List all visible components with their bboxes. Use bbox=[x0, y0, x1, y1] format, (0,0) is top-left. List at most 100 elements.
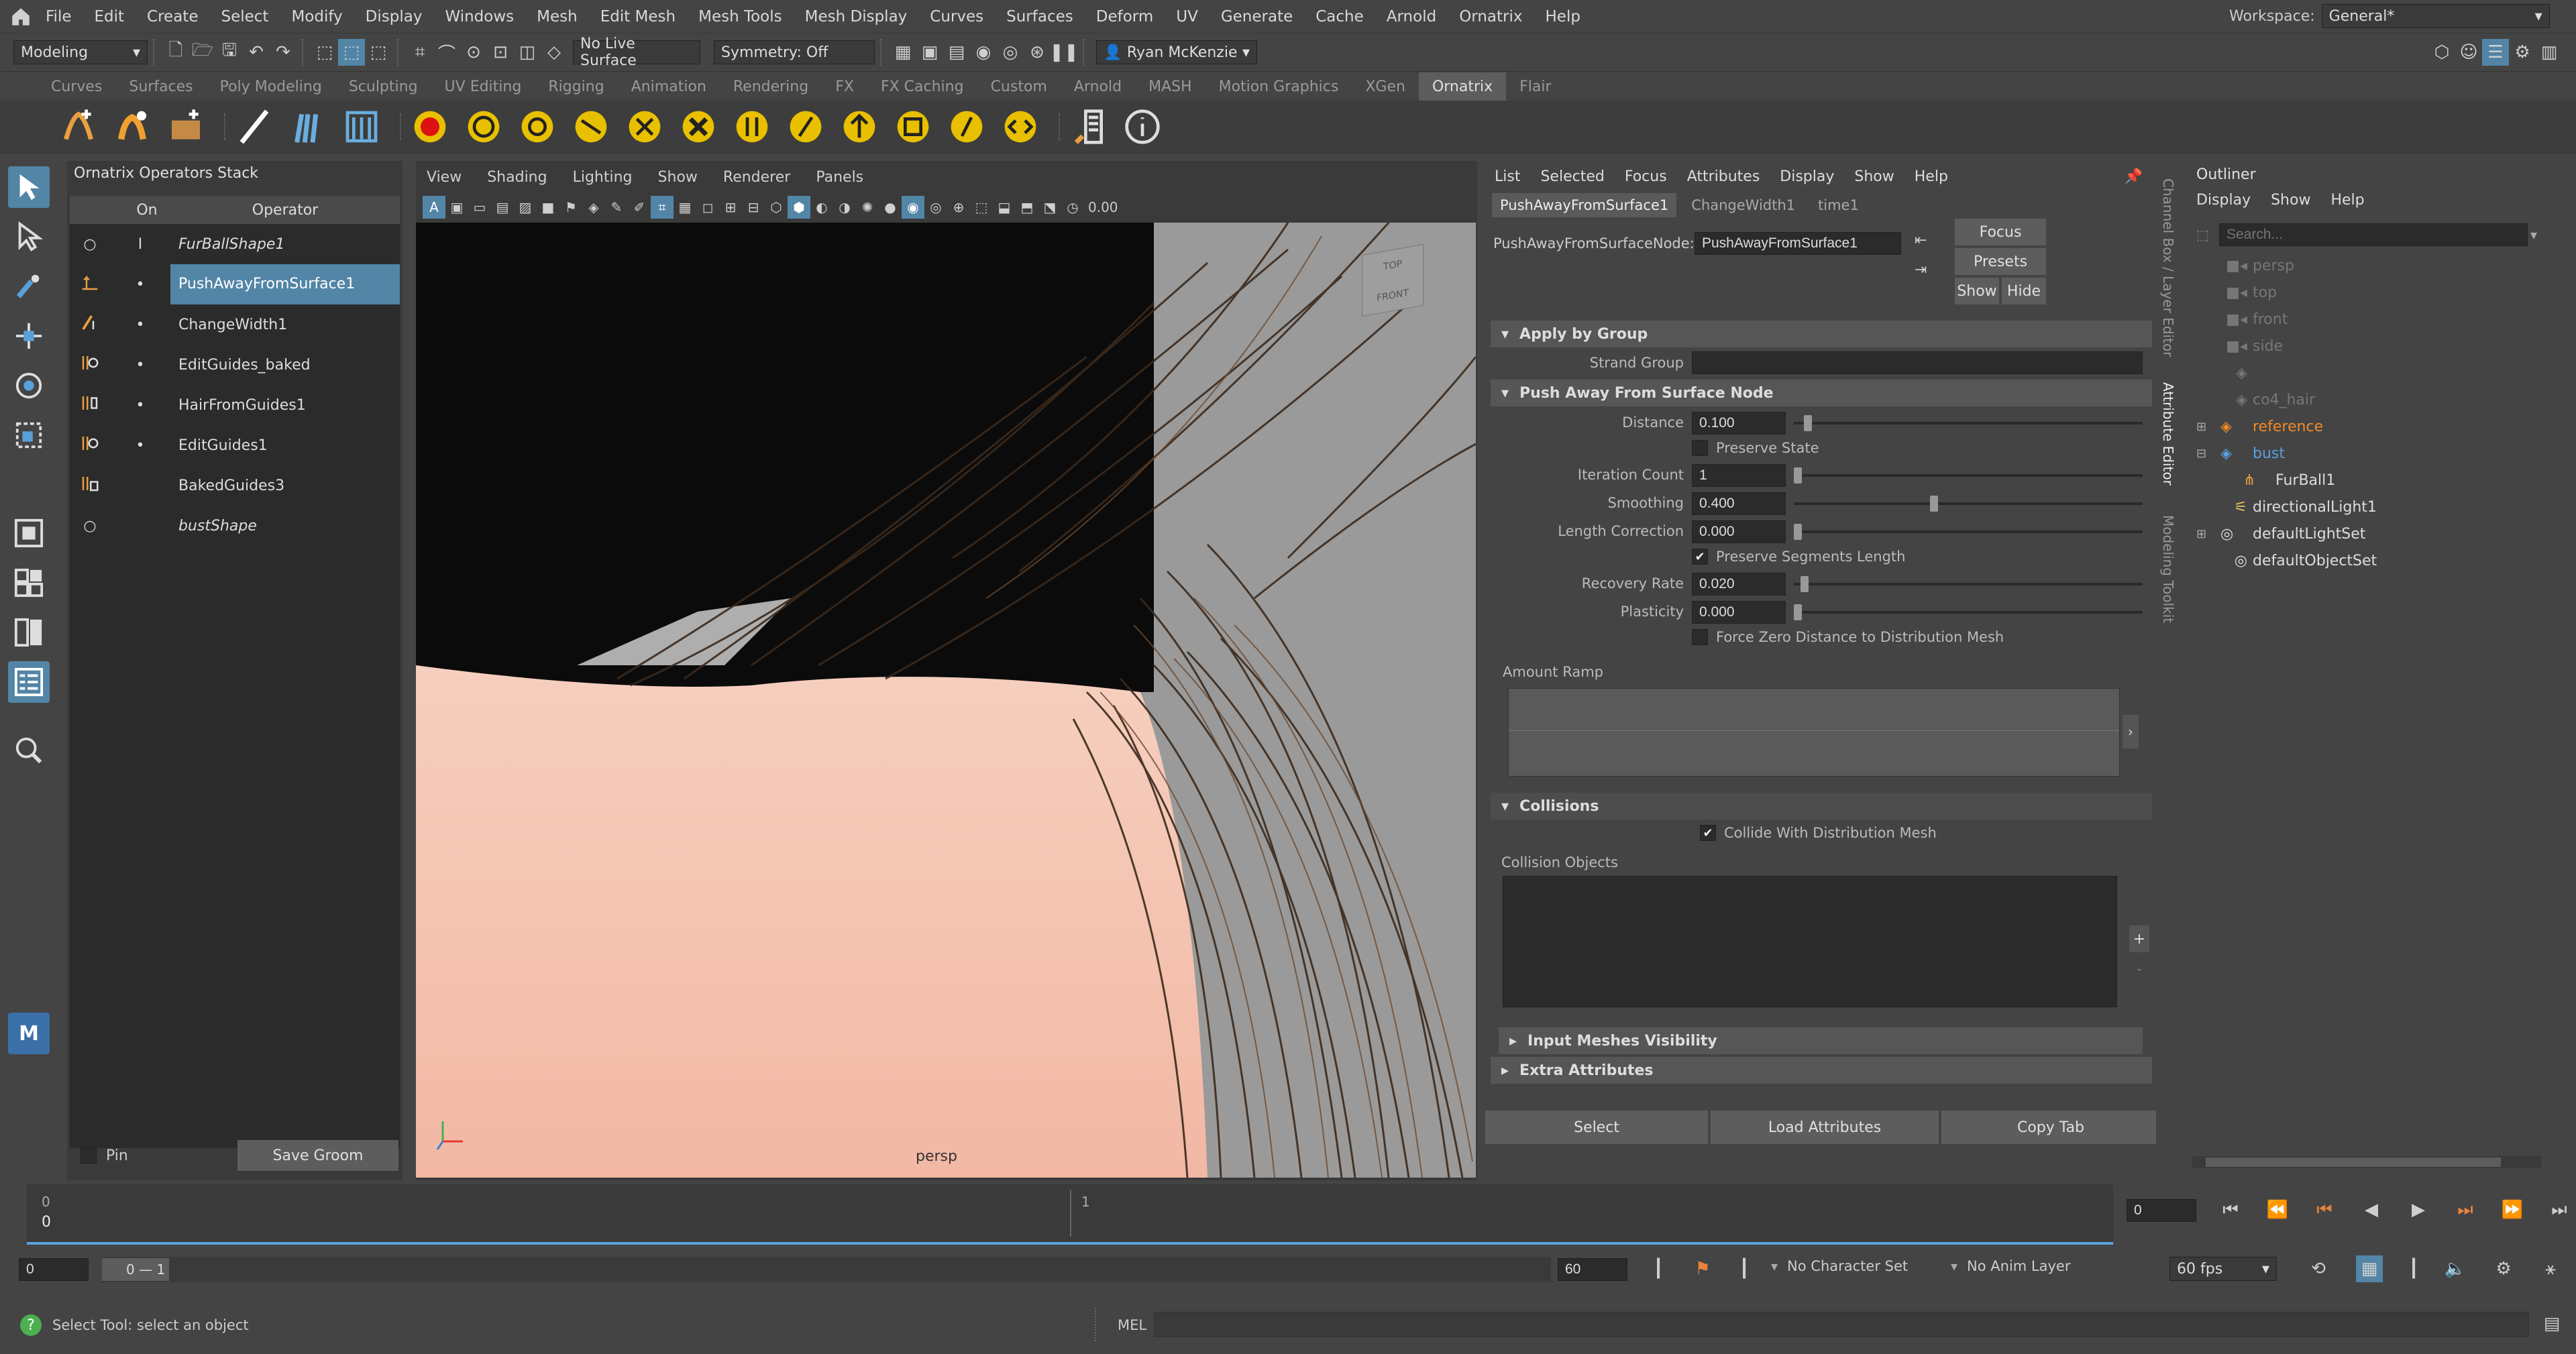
info-icon[interactable] bbox=[1122, 106, 1163, 148]
exposure-value[interactable]: 0.00 bbox=[1088, 199, 1118, 215]
anim-layer-selector[interactable]: ▾ No Anim Layer bbox=[1951, 1258, 2070, 1274]
play-forwards-icon[interactable]: ▶ bbox=[2395, 1196, 2442, 1223]
four-view-layout-icon[interactable] bbox=[8, 562, 50, 604]
resolution-gate-icon[interactable]: ▤ bbox=[491, 196, 514, 219]
outliner-item-front[interactable]: ■◂ front bbox=[2196, 306, 2545, 333]
push-away-section[interactable]: ▾ Push Away From Surface Node bbox=[1491, 380, 2152, 406]
operator-code-icon[interactable] bbox=[1000, 106, 1041, 148]
scrollbar-thumb[interactable] bbox=[2206, 1158, 2501, 1167]
auto-key-icon[interactable]: ⚑ bbox=[1689, 1255, 1716, 1282]
snap-surface-icon[interactable]: ◫ bbox=[514, 39, 541, 66]
search-icon[interactable] bbox=[8, 730, 50, 771]
operator-enabled-toggle[interactable]: • bbox=[110, 397, 170, 414]
menu-file[interactable]: File bbox=[46, 8, 72, 25]
lasso-tool-icon[interactable] bbox=[8, 216, 50, 258]
animation-start-field[interactable] bbox=[19, 1258, 89, 1281]
current-time-indicator[interactable]: 0 bbox=[42, 1214, 51, 1231]
operator-row-editguides-baked[interactable]: • EditGuides_baked bbox=[70, 345, 400, 385]
viewport-menu-renderer[interactable]: Renderer bbox=[723, 169, 790, 186]
playback-options-icon[interactable]: ⚹ bbox=[2537, 1255, 2564, 1282]
preserve-state-checkbox[interactable] bbox=[1692, 440, 1708, 456]
menu-mesh-display[interactable]: Mesh Display bbox=[805, 8, 908, 25]
edit-guides-icon[interactable] bbox=[233, 106, 275, 148]
xray-icon[interactable]: ◉ bbox=[902, 196, 924, 219]
comb-icon[interactable] bbox=[341, 106, 382, 148]
input-meshes-section[interactable]: ▸ Input Meshes Visibility bbox=[1499, 1027, 2143, 1054]
snap-point-icon[interactable]: ⊙ bbox=[460, 39, 487, 66]
snap-view-icon[interactable]: ⊡ bbox=[487, 39, 514, 66]
exposure-icon[interactable]: ◷ bbox=[1061, 196, 1084, 219]
scale-tool-icon[interactable] bbox=[8, 414, 50, 456]
smoothing-slider[interactable] bbox=[1794, 496, 2143, 512]
presets-button[interactable]: Presets bbox=[1955, 248, 2046, 275]
operator-enabled-toggle[interactable]: • bbox=[110, 437, 170, 454]
range-slider-handle[interactable]: 0 — 1 bbox=[102, 1258, 169, 1281]
viewport-canvas[interactable]: TOP FRONT persp bbox=[416, 223, 1476, 1178]
viewport-menu-show[interactable]: Show bbox=[658, 169, 698, 186]
outliner-item-reference[interactable]: ⊞ ◈ reference bbox=[2196, 413, 2545, 440]
modeling-toolkit-toggle-icon[interactable]: ⬡ bbox=[2428, 39, 2455, 66]
step-back-key-icon[interactable]: ⏮ bbox=[2301, 1196, 2348, 1223]
tab-changewidth[interactable]: ChangeWidth1 bbox=[1676, 193, 1810, 217]
slider-handle[interactable] bbox=[1804, 415, 1813, 431]
operator-row-editguides[interactable]: • EditGuides1 bbox=[70, 425, 400, 465]
operator-length-icon[interactable] bbox=[731, 106, 773, 148]
script-editor-icon[interactable]: ▤ bbox=[2538, 1310, 2565, 1337]
shelf-tab-xgen[interactable]: XGen bbox=[1352, 72, 1419, 101]
attr-menu-help[interactable]: Help bbox=[1915, 168, 1948, 185]
attr-menu-display[interactable]: Display bbox=[1780, 168, 1834, 185]
lock-camera-icon[interactable]: ⚑ bbox=[559, 196, 582, 219]
operator-row-pushawayfromsurface[interactable]: • PushAwayFromSurface1 bbox=[70, 264, 400, 304]
arnold-render-icon[interactable]: ⊛ bbox=[1024, 39, 1051, 66]
operator-surface-icon[interactable] bbox=[839, 106, 880, 148]
shelf-tab-arnold[interactable]: Arnold bbox=[1061, 72, 1135, 101]
strand-group-field[interactable] bbox=[1692, 351, 2143, 374]
channel-box-toggle-icon[interactable]: ▥ bbox=[2536, 39, 2563, 66]
current-frame-field[interactable] bbox=[2127, 1199, 2196, 1222]
expand-icon[interactable]: ⊞ bbox=[2196, 527, 2220, 541]
shelf-tab-rendering[interactable]: Rendering bbox=[720, 72, 822, 101]
add-hair-icon[interactable] bbox=[58, 106, 99, 148]
force-zero-checkbox[interactable] bbox=[1692, 629, 1708, 645]
menu-mesh[interactable]: Mesh bbox=[537, 8, 578, 25]
collision-objects-list[interactable] bbox=[1503, 876, 2117, 1007]
length-correction-slider[interactable] bbox=[1794, 524, 2143, 540]
attr-menu-list[interactable]: List bbox=[1495, 168, 1520, 185]
collide-checkbox[interactable]: ✔ bbox=[1700, 825, 1716, 841]
menu-mesh-tools[interactable]: Mesh Tools bbox=[698, 8, 782, 25]
apply-by-group-section[interactable]: ▾ Apply by Group bbox=[1491, 321, 2152, 347]
operator-row-furballshape[interactable]: ○ I FurBallShape1 bbox=[70, 224, 400, 264]
outliner-item-hidden-group[interactable]: ◈ bbox=[2196, 359, 2545, 386]
viewport-menu-lighting[interactable]: Lighting bbox=[573, 169, 633, 186]
channel-box-tab[interactable]: Channel Box / Layer Editor bbox=[2160, 178, 2176, 357]
grease-pencil-icon[interactable]: ✐ bbox=[628, 196, 651, 219]
expand-ramp-icon[interactable]: › bbox=[2123, 715, 2139, 748]
outliner-item-default-object-set[interactable]: ◎ defaultObjectSet bbox=[2196, 547, 2545, 574]
shelf-tab-sculpting[interactable]: Sculpting bbox=[335, 72, 431, 101]
shadows-icon[interactable]: ● bbox=[879, 196, 902, 219]
outliner-item-top[interactable]: ■◂ top bbox=[2196, 279, 2545, 306]
select-button[interactable]: Select bbox=[1485, 1111, 1708, 1144]
outliner-item-furball[interactable]: ⋔ FurBall1 bbox=[2196, 467, 2545, 494]
go-to-start-icon[interactable]: ⏮ bbox=[2207, 1196, 2254, 1223]
outliner-layout-icon[interactable] bbox=[8, 661, 50, 703]
menu-edit-mesh[interactable]: Edit Mesh bbox=[600, 8, 676, 25]
step-back-icon[interactable]: ⏪ bbox=[2254, 1196, 2301, 1223]
mel-language-toggle[interactable]: MEL bbox=[1118, 1317, 1146, 1333]
isolate-icon[interactable]: ⬓ bbox=[993, 196, 1016, 219]
menu-surfaces[interactable]: Surfaces bbox=[1006, 8, 1073, 25]
shelf-tab-uv-editing[interactable]: UV Editing bbox=[431, 72, 535, 101]
menuset-dropdown[interactable]: Modeling ▾ bbox=[13, 40, 148, 64]
show-button[interactable]: Show bbox=[1955, 278, 1999, 304]
safe-title-icon[interactable]: ⊟ bbox=[742, 196, 765, 219]
workspace-dropdown[interactable]: General* ▾ bbox=[2321, 4, 2550, 28]
home-icon[interactable] bbox=[9, 5, 32, 28]
animation-end-field[interactable] bbox=[1558, 1258, 1627, 1281]
new-scene-icon[interactable]: 🗋 bbox=[162, 39, 189, 66]
operator-strand-icon[interactable] bbox=[946, 106, 987, 148]
redo-icon[interactable]: ↷ bbox=[270, 39, 297, 66]
menu-deform[interactable]: Deform bbox=[1096, 8, 1154, 25]
viewcube[interactable]: TOP FRONT bbox=[1362, 243, 1424, 317]
slider-handle[interactable] bbox=[1801, 576, 1809, 592]
anim-prefs-icon[interactable]: ⚙ bbox=[2490, 1255, 2517, 1282]
